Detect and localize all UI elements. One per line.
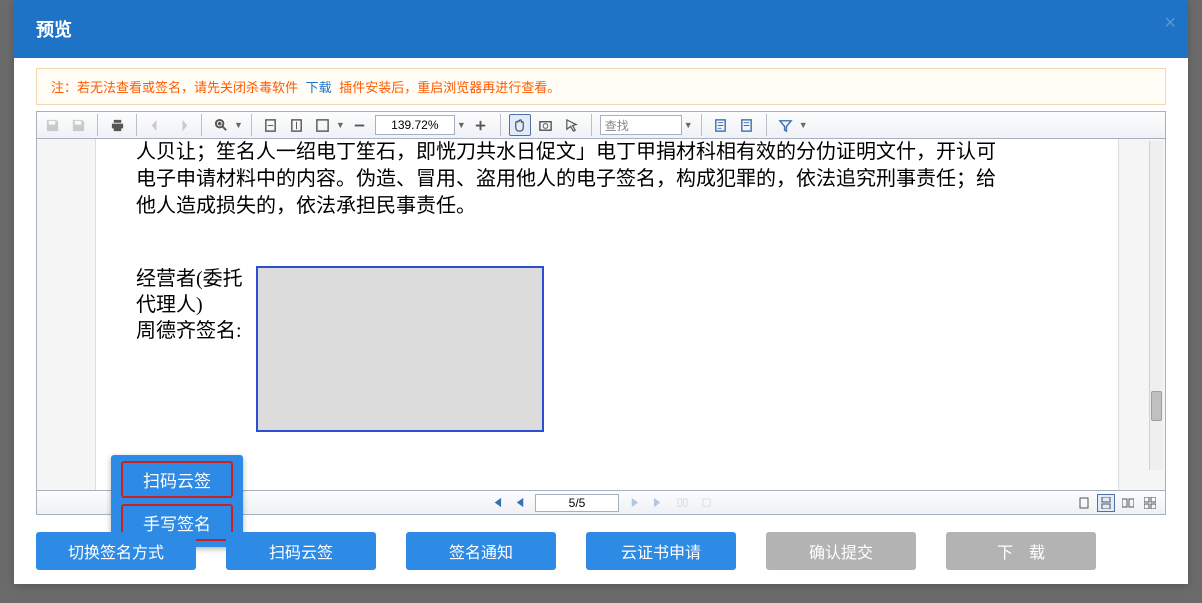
first-page-icon[interactable] [487,494,505,512]
document-text: 人贝让；笙名人一绍电丁笙石，即恍刀共水日促文」电丁甲捐材科相有效的分仂证明文什，… [96,139,1118,220]
titlebar: 预览 × [14,0,1188,58]
vertical-scrollbar[interactable] [1149,141,1163,470]
view-continuous-icon[interactable] [1097,494,1115,512]
signature-label: 经营者(委托 代理人) 周德齐签名: [136,266,256,432]
view-single-icon[interactable] [1075,494,1093,512]
confirm-submit-button: 确认提交 [766,532,916,570]
popover-scan-sign[interactable]: 扫码云签 [121,461,233,498]
pdf-toolbar: ▼ ▼ 139.72% ▼ 查找 ▼ ▼ [36,111,1166,139]
notice-bar: 注：若无法查看或签名，请先关闭杀毒软件 下载 插件安装后，重启浏览器再进行查看。 [36,68,1166,105]
scan-sign-button[interactable]: 扫码云签 [226,532,376,570]
preview-window: 预览 × 注：若无法查看或签名，请先关闭杀毒软件 下载 插件安装后，重启浏览器再… [14,0,1188,584]
filter-dropdown-icon[interactable]: ▼ [799,120,808,130]
doc-tool1-icon[interactable] [710,114,732,136]
cloud-cert-button[interactable]: 云证书申请 [586,532,736,570]
zoom-value-dropdown-icon[interactable]: ▼ [457,120,466,130]
hand-tool-icon[interactable] [509,114,531,136]
signature-box[interactable] [256,266,544,432]
sign-notify-button[interactable]: 签名通知 [406,532,556,570]
filter-icon[interactable] [775,114,797,136]
prev-page-icon[interactable] [511,494,529,512]
notice-text-after: 插件安装后，重启浏览器再进行查看。 [339,80,560,95]
page-indicator[interactable]: 5/5 [535,494,619,512]
zoom-value[interactable]: 139.72% [375,115,455,135]
page-extra1-icon[interactable] [673,494,691,512]
fit-page-icon[interactable] [312,114,334,136]
rotate-right-icon[interactable] [171,114,193,136]
document-viewport[interactable]: 人贝让；笙名人一绍电丁笙石，即恍刀共水日促文」电丁甲捐材科相有效的分仂证明文什，… [36,139,1166,491]
search-input[interactable]: 查找 [600,115,682,135]
close-icon[interactable]: × [1164,12,1176,35]
last-page-icon[interactable] [649,494,667,512]
save-icon[interactable] [41,114,63,136]
notice-text-before: 注：若无法查看或签名，请先关闭杀毒软件 [51,80,302,95]
zoom-in-icon[interactable] [470,114,492,136]
select-tool-icon[interactable] [561,114,583,136]
snapshot-icon[interactable] [535,114,557,136]
document-page: 人贝让；笙名人一绍电丁笙石，即恍刀共水日促文」电丁甲捐材科相有效的分仂证明文什，… [95,139,1119,490]
zoom-dropdown-icon[interactable]: ▼ [234,120,243,130]
search-dropdown-icon[interactable]: ▼ [684,120,693,130]
switch-signature-button[interactable]: 切换签名方式 [36,532,196,570]
download-button: 下 载 [946,532,1096,570]
scrollbar-thumb[interactable] [1151,391,1162,421]
view-facing-cont-icon[interactable] [1141,494,1159,512]
rotate-left-icon[interactable] [145,114,167,136]
fit-width-icon[interactable] [260,114,282,136]
save-as-icon[interactable] [67,114,89,136]
print-icon[interactable] [106,114,128,136]
download-plugin-link[interactable]: 下载 [306,80,332,95]
next-page-icon[interactable] [625,494,643,512]
doc-tool2-icon[interactable] [736,114,758,136]
view-facing-icon[interactable] [1119,494,1137,512]
zoom-tool-icon[interactable] [210,114,232,136]
page-extra2-icon[interactable] [697,494,715,512]
bottom-button-bar: 切换签名方式 扫码云签 签名通知 云证书申请 确认提交 下 载 [36,532,1166,570]
window-title: 预览 [36,16,72,42]
fit-dropdown-icon[interactable]: ▼ [336,120,345,130]
fit-height-icon[interactable] [286,114,308,136]
zoom-out-icon[interactable] [349,114,371,136]
